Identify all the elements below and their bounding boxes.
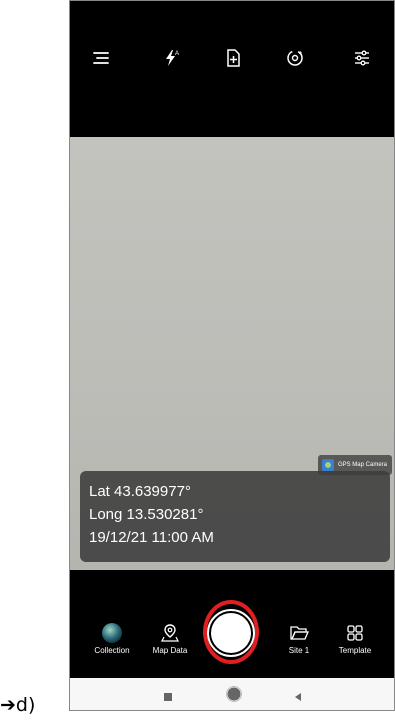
collection-label: Collection — [94, 646, 130, 655]
figure-caption: ➔d) — [0, 694, 36, 716]
menu-icon[interactable] — [88, 45, 114, 71]
latitude-text: Lat 43.639977° — [89, 483, 191, 500]
gps-map-camera-logo-icon — [321, 459, 334, 471]
map-data-button[interactable]: Map Data — [145, 622, 195, 655]
watermark-label: GPS Map Camera — [337, 462, 387, 468]
collection-button[interactable]: Collection — [87, 622, 137, 655]
settings-sliders-icon[interactable] — [349, 45, 375, 71]
site-folder-button[interactable]: Site 1 — [274, 622, 324, 655]
shutter-button[interactable] — [207, 609, 255, 657]
site-label: Site 1 — [288, 646, 310, 655]
home-circle-icon[interactable] — [226, 686, 242, 707]
back-triangle-icon[interactable] — [293, 689, 303, 707]
camera-viewfinder[interactable]: GPS Map Camera Lat 43.639977° Long 13.53… — [70, 137, 394, 570]
shutter-inner — [211, 613, 251, 653]
template-button[interactable]: Template — [330, 622, 380, 655]
datetime-text: 19/12/21 11:00 AM — [89, 529, 214, 546]
file-add-icon[interactable] — [220, 45, 246, 71]
svg-text:A: A — [175, 51, 179, 57]
camera-switch-icon[interactable] — [282, 45, 308, 71]
folder-icon — [274, 622, 324, 644]
map-data-label: Map Data — [152, 646, 188, 655]
flash-auto-icon[interactable]: A — [158, 45, 184, 71]
template-label: Template — [338, 646, 372, 655]
top-toolbar: A — [70, 1, 394, 137]
collection-thumbnail-icon — [87, 622, 137, 644]
grid-icon — [330, 622, 380, 644]
longitude-text: Long 13.530281° — [89, 506, 204, 523]
location-info-panel: Lat 43.639977° Long 13.530281° 19/12/21 … — [80, 471, 390, 562]
recents-square-icon[interactable] — [163, 689, 173, 707]
system-nav-bar — [70, 678, 394, 710]
bottom-toolbar: Collection Map Data Site 1 Template — [70, 570, 394, 678]
phone-screen: A GPS Map Camera Lat 43.639977° Long 13.… — [69, 0, 395, 711]
map-pin-icon — [145, 622, 195, 644]
